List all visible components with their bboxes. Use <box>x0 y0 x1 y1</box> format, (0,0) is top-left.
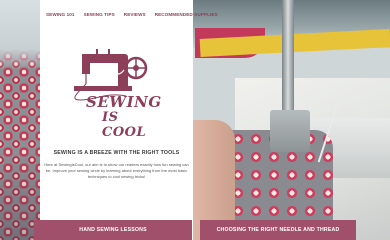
logo-wordmark-line2: IS COOL <box>102 110 147 140</box>
site-logo[interactable]: SEWING IS COOL <box>66 40 166 140</box>
main-nav: Sewing 101 Sewing Tips Reviews Recommend… <box>46 12 218 17</box>
nav-sewing-101[interactable]: Sewing 101 <box>46 12 75 17</box>
nav-recommended-supplies[interactable]: Recommended Supplies <box>155 12 218 17</box>
choosing-needle-thread-button[interactable]: Choosing the Right Needle and Thread <box>200 220 356 240</box>
fabric-highlight <box>0 0 40 70</box>
nav-reviews[interactable]: Reviews <box>124 12 146 17</box>
nav-sewing-tips[interactable]: Sewing Tips <box>84 12 115 17</box>
needle-bar <box>282 0 294 120</box>
hero-tagline: Sewing is a breeze with the right tools <box>53 150 180 156</box>
hero-intro: Here at SewingIsCool, our aim is to show… <box>44 162 189 179</box>
presser-foot <box>270 110 310 152</box>
logo-wordmark-line1: SEWING <box>86 93 162 111</box>
hand-sewing-lessons-button[interactable]: Hand Sewing Lessons <box>34 220 192 240</box>
